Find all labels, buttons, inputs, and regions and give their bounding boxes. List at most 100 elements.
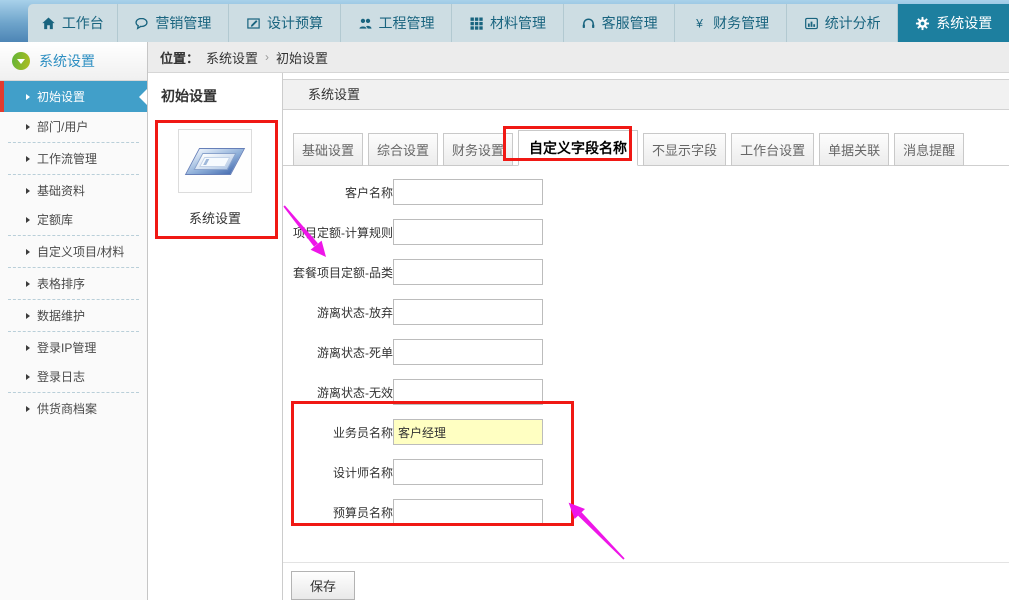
form-row: 项目定额-计算规则 [283, 219, 1009, 245]
collapse-circle-icon[interactable] [12, 52, 30, 70]
salesman-name-input[interactable] [393, 419, 543, 445]
sidebar-header-label: 系统设置 [39, 51, 95, 71]
save-button[interactable]: 保存 [291, 571, 355, 600]
top-nav: 工作台 营销管理 设计预算工程管理 材料管理 客服管理 ¥财务管理 统计分析系统设置 [28, 4, 1009, 42]
sidebar-item-label: 登录日志 [37, 368, 85, 385]
sidebar-item-basic-data[interactable]: 基础资料 [0, 176, 147, 205]
sidebar-separator [8, 174, 139, 175]
tab-document-link[interactable]: 单据关联 [819, 133, 889, 166]
form-row: 预算员名称 [283, 499, 1009, 525]
sidebar-menu: 初始设置部门/用户工作流管理基础资料定额库自定义项目/材料表格排序数据维护登录I… [0, 81, 147, 423]
sidebar-item-workflow[interactable]: 工作流管理 [0, 144, 147, 173]
triangle-bullet-icon [26, 217, 30, 223]
top-navigation-bar: 工作台 营销管理 设计预算工程管理 材料管理 客服管理 ¥财务管理 统计分析系统设置 [0, 0, 1009, 42]
form-row: 业务员名称 [283, 419, 1009, 445]
tab-message-alert[interactable]: 消息提醒 [894, 133, 964, 166]
initial-setup-panel: 初始设置 系统设置 [148, 73, 283, 600]
sidebar-item-label: 数据维护 [37, 307, 85, 324]
gear-icon [915, 16, 930, 31]
stray-status-dead-input[interactable] [393, 339, 543, 365]
breadcrumb-prefix: 位置： [160, 48, 199, 67]
settings-tabs: 基础设置综合设置财务设置自定义字段名称不显示字段工作台设置单据关联消息提醒 [283, 130, 1009, 166]
nav-item-finance[interactable]: ¥财务管理 [675, 4, 787, 42]
sidebar-item-label: 自定义项目/材料 [37, 243, 124, 260]
triangle-bullet-icon [26, 313, 30, 319]
stray-status-dead-label: 游离状态-死单 [283, 344, 393, 361]
sidebar-item-label: 部门/用户 [37, 118, 88, 135]
triangle-bullet-icon [26, 188, 30, 194]
breadcrumb-item-system-settings[interactable]: 系统设置 [206, 48, 258, 67]
sidebar-item-login-log[interactable]: 登录日志 [0, 362, 147, 391]
sidebar-separator [8, 299, 139, 300]
users-icon [358, 16, 373, 31]
sidebar-item-supplier-archive[interactable]: 供货商档案 [0, 394, 147, 423]
nav-item-label: 统计分析 [825, 13, 881, 33]
system-settings-shortcut[interactable]: 系统设置 [148, 129, 282, 227]
sidebar-item-quota-library[interactable]: 定额库 [0, 205, 147, 234]
customer-name-label: 客户名称 [283, 184, 393, 201]
budgeter-name-input[interactable] [393, 499, 543, 525]
nav-item-statistics[interactable]: 统计分析 [787, 4, 899, 42]
system-settings-icon[interactable] [178, 129, 252, 193]
tab-general[interactable]: 综合设置 [368, 133, 438, 166]
save-row: 保存 [283, 562, 1009, 600]
nav-item-design-budget[interactable]: 设计预算 [229, 4, 341, 42]
triangle-bullet-icon [26, 124, 30, 130]
grid-icon [469, 16, 484, 31]
package-project-quota-category-label: 套餐项目定额-品类 [283, 264, 393, 281]
sidebar-separator [8, 235, 139, 236]
sidebar-item-label: 供货商档案 [37, 400, 97, 417]
sidebar-item-data-maintenance[interactable]: 数据维护 [0, 301, 147, 330]
tab-basic[interactable]: 基础设置 [293, 133, 363, 166]
sidebar-item-table-sort[interactable]: 表格排序 [0, 269, 147, 298]
nav-item-label: 设计预算 [267, 13, 323, 33]
triangle-bullet-icon [26, 406, 30, 412]
form-row: 设计师名称 [283, 459, 1009, 485]
nav-item-materials[interactable]: 材料管理 [452, 4, 564, 42]
sidebar-separator [8, 267, 139, 268]
sidebar-separator [8, 142, 139, 143]
tab-hidden-fields[interactable]: 不显示字段 [643, 133, 726, 166]
triangle-bullet-icon [26, 281, 30, 287]
main-panel-title: 系统设置 [283, 79, 1009, 110]
breadcrumb-item-initial-setup[interactable]: 初始设置 [276, 48, 328, 67]
customer-name-input[interactable] [393, 179, 543, 205]
system-settings-icon-label: 系统设置 [189, 208, 241, 227]
stray-status-invalid-input[interactable] [393, 379, 543, 405]
triangle-bullet-icon [26, 374, 30, 380]
nav-item-home[interactable]: 工作台 [28, 4, 118, 42]
tab-finance[interactable]: 财务设置 [443, 133, 513, 166]
nav-item-system-settings[interactable]: 系统设置 [898, 4, 1009, 42]
designer-name-input[interactable] [393, 459, 543, 485]
nav-item-customer-service[interactable]: 客服管理 [564, 4, 676, 42]
sidebar-item-login-ip[interactable]: 登录IP管理 [0, 333, 147, 362]
nav-item-engineering[interactable]: 工程管理 [341, 4, 453, 42]
active-notch-icon [139, 89, 147, 105]
project-quota-calc-rule-label: 项目定额-计算规则 [283, 224, 393, 241]
salesman-name-label: 业务员名称 [283, 424, 393, 441]
nav-item-marketing[interactable]: 营销管理 [118, 4, 230, 42]
nav-item-label: 营销管理 [155, 13, 211, 33]
nav-item-label: 客服管理 [602, 13, 658, 33]
sidebar-item-label: 基础资料 [37, 182, 85, 199]
sidebar-item-label: 表格排序 [37, 275, 85, 292]
tab-workbench[interactable]: 工作台设置 [731, 133, 814, 166]
breadcrumb-separator: › [265, 50, 269, 64]
sidebar-item-custom-project-material[interactable]: 自定义项目/材料 [0, 237, 147, 266]
triangle-bullet-icon [26, 249, 30, 255]
tab-custom-field-names[interactable]: 自定义字段名称 [518, 130, 638, 166]
nav-item-label: 材料管理 [490, 13, 546, 33]
project-quota-calc-rule-input[interactable] [393, 219, 543, 245]
triangle-bullet-icon [26, 345, 30, 351]
svg-text:¥: ¥ [695, 16, 703, 30]
sidebar-item-departments-users[interactable]: 部门/用户 [0, 112, 147, 141]
form-row: 套餐项目定额-品类 [283, 259, 1009, 285]
sidebar-item-initial-setup[interactable]: 初始设置 [0, 81, 147, 112]
sidebar-separator [8, 392, 139, 393]
package-project-quota-category-input[interactable] [393, 259, 543, 285]
stray-status-abandon-input[interactable] [393, 299, 543, 325]
sidebar-header[interactable]: 系统设置 [0, 42, 147, 81]
chevron-down-icon [17, 59, 25, 64]
sidebar-item-label: 定额库 [37, 211, 73, 228]
breadcrumb: 位置： 系统设置 › 初始设置 [148, 42, 1009, 73]
